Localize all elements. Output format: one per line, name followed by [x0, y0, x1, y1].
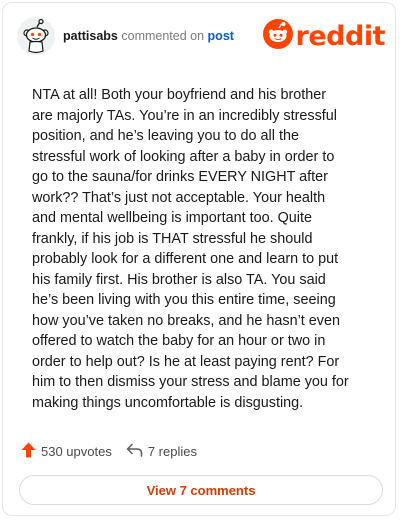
username-link[interactable]: pattisabs: [63, 29, 118, 43]
comment-header: pattisabs commented on post reddit: [17, 17, 386, 57]
reddit-logo[interactable]: reddit: [262, 18, 386, 54]
upvote-arrow-icon: [21, 442, 36, 461]
comment-body: NTA at all! Both your boyfriend and his …: [32, 87, 349, 411]
reply-count: 7 replies: [147, 443, 197, 459]
commented-on-text: commented on: [121, 29, 205, 43]
comment-meta: pattisabs commented on post: [63, 29, 234, 43]
reddit-logo-icon: [262, 18, 293, 54]
snoo-avatar-icon[interactable]: [17, 17, 55, 55]
comment-actions: 530 upvotes 7 replies: [21, 441, 197, 461]
reddit-wordmark: reddit: [295, 20, 386, 52]
comment-card: pattisabs commented on post reddit NTA a…: [2, 2, 396, 516]
post-link[interactable]: post: [208, 29, 234, 43]
upvote-button[interactable]: 530 upvotes: [21, 442, 112, 461]
view-comments-button[interactable]: View 7 comments: [19, 475, 383, 505]
replies-button[interactable]: 7 replies: [126, 443, 197, 460]
reply-icon: [126, 443, 143, 460]
upvote-count: 530 upvotes: [41, 443, 112, 459]
